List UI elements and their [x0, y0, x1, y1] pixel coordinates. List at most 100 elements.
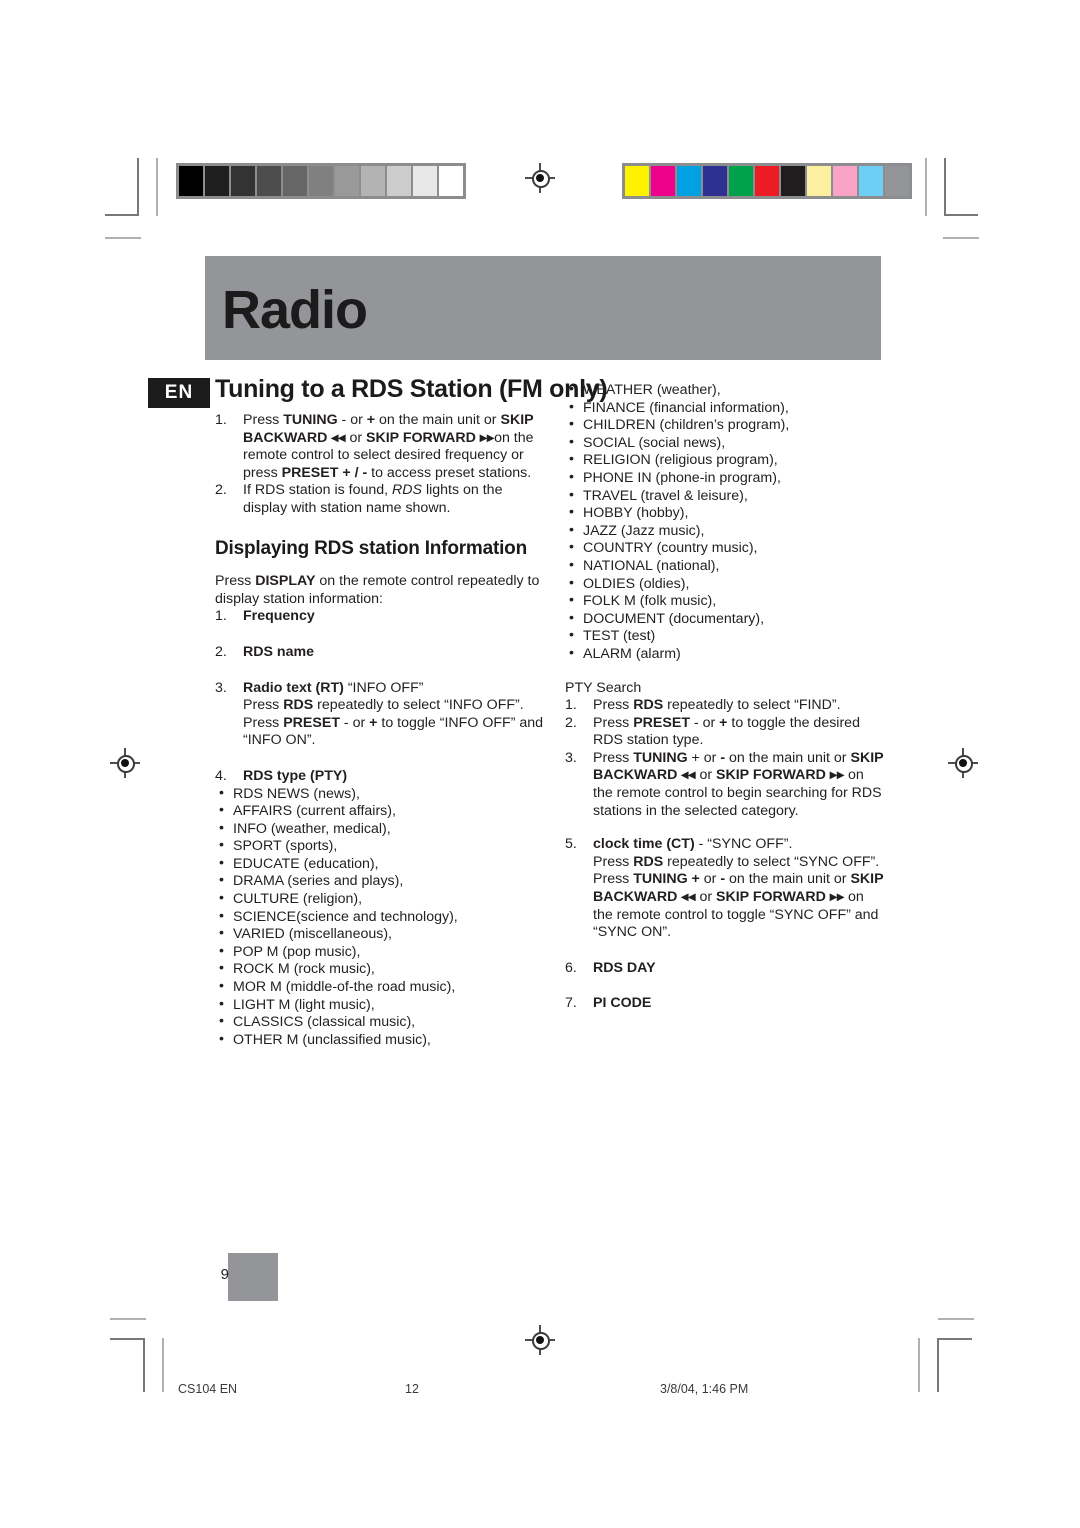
step-number: 2. [565, 714, 577, 731]
pty-list-item: • SOCIAL (social news), [565, 433, 885, 453]
pty-list-item: • HOBBY (hobby), [565, 504, 885, 523]
item-title: RDS type (PTY) [243, 767, 348, 784]
pty-type-label: HOBBY (hobby), [583, 505, 689, 522]
pty-type-label: TEST (test) [583, 628, 656, 645]
step-number: 1. [565, 697, 577, 714]
pty-type-label: RDS NEWS (news), [233, 785, 360, 802]
registration-target-left [110, 748, 140, 778]
pty-type-label: LIGHT M (light music), [233, 996, 375, 1013]
color-swatch [625, 166, 649, 196]
item-title: RDS name [243, 643, 314, 660]
grayscale-swatch [231, 166, 255, 196]
grayscale-swatch [179, 166, 203, 196]
bullet-icon: • [219, 978, 224, 995]
registration-target-top [525, 163, 555, 193]
page-number: 9 [220, 1266, 229, 1283]
item-body: Press RDS repeatedly to select “INFO OFF… [243, 697, 544, 749]
tuning-step: 1. Press TUNING - or + on the main unit o… [215, 412, 545, 482]
pty-type-list-left: • RDS NEWS (news), • AFFAIRS (current affai… [215, 784, 545, 1050]
item-number: 7. [565, 995, 577, 1012]
grayscale-swatch [387, 166, 411, 196]
crop-mark-bl-bleed [110, 1318, 146, 1320]
item-number: 6. [565, 959, 577, 976]
station-info-item: 5. clock time (CT) - “SYNC OFF”. Press RDS… [565, 836, 885, 942]
station-info-item: 2. RDS name [215, 644, 545, 662]
item-title: RDS DAY [593, 959, 656, 976]
step-number: 3. [565, 749, 577, 766]
bullet-icon: • [219, 942, 224, 959]
pty-type-label: CLASSICS (classical music), [233, 1014, 416, 1031]
pty-type-label: PHONE IN (phone-in program), [583, 469, 781, 486]
station-info-item: 1. Frequency [215, 608, 545, 626]
pty-type-label: INFO (weather, medical), [233, 820, 391, 837]
pty-type-label: MOR M (middle-of-the road music), [233, 979, 456, 996]
footer-sheet-number: 12 [405, 1382, 419, 1396]
pty-list-item: • ROCK M (rock music), [215, 960, 545, 979]
grayscale-swatch [283, 166, 307, 196]
pty-type-label: DOCUMENT (documentary), [583, 610, 765, 627]
pty-type-label: VARIED (miscellaneous), [233, 926, 392, 943]
item-number: 3. [215, 679, 227, 696]
pty-list-item: • FINANCE (financial information), [565, 398, 885, 418]
pty-list-item: • DRAMA (series and plays), [215, 872, 545, 891]
registration-target-bottom [525, 1325, 555, 1355]
bullet-icon: • [219, 784, 224, 801]
step-number: 1. [215, 412, 227, 428]
bullet-icon: • [219, 925, 224, 942]
bullet-icon: • [569, 644, 574, 661]
bullet-icon: • [219, 872, 224, 889]
bullet-icon: • [219, 1013, 224, 1030]
footer-timestamp: 3/8/04, 1:46 PM [660, 1382, 749, 1396]
bullet-icon: • [569, 521, 574, 538]
pty-type-list-right: • WEATHER (weather), • FINANCE (financial i… [565, 381, 885, 664]
pty-search-steps-list: 1. Press RDS repeatedly to select “FIND”.… [565, 697, 885, 820]
bullet-icon: • [569, 398, 574, 415]
pty-list-item: • ALARM (alarm) [565, 644, 885, 664]
color-swatch [703, 166, 727, 196]
bullet-icon: • [569, 486, 574, 503]
pty-list-item: • EDUCATE (education), [215, 854, 545, 874]
pty-type-label: OTHER M (unclassified music), [233, 1031, 431, 1048]
bullet-icon: • [569, 433, 574, 450]
bullet-icon: • [569, 609, 574, 626]
step-text: Press RDS repeatedly to select “FIND”. [593, 697, 841, 714]
footer-file-name: CS104 EN [178, 1382, 238, 1396]
pty-list-item: • DOCUMENT (documentary), [565, 609, 885, 629]
bullet-icon: • [569, 627, 574, 644]
grayscale-swatch [205, 166, 229, 196]
pty-search-heading: PTY Search [565, 679, 642, 696]
pty-list-item: • OLDIES (oldies), [565, 575, 885, 594]
bullet-icon: • [569, 468, 574, 485]
crop-mark-bl-trim [162, 1338, 164, 1392]
pty-type-label: CHILDREN (children’s program), [583, 417, 790, 434]
bullet-icon: • [569, 592, 574, 609]
item-number: 2. [215, 643, 227, 660]
pty-type-label: POP M (pop music), [233, 943, 361, 960]
crop-mark-bl-horizontal [110, 1338, 144, 1340]
item-title: clock time (CT) [593, 836, 695, 853]
pty-search-step: 1. Press RDS repeatedly to select “FIND”. [565, 697, 885, 715]
crop-mark-br-bleed [938, 1318, 974, 1320]
pty-list-item: • CLASSICS (classical music), [215, 1013, 545, 1032]
left-column: 1. Press TUNING - or + on the main unit o… [215, 412, 545, 1049]
pty-type-label: TRAVEL (travel & leisure), [583, 487, 748, 504]
crop-mark-bl-vertical [143, 1338, 145, 1392]
item-title: Frequency [243, 608, 315, 625]
pty-list-item: • AFFAIRS (current affairs), [215, 802, 545, 821]
tuning-step: 2. If RDS station is found, RDS lights on… [215, 482, 545, 517]
grayscale-swatch [361, 166, 385, 196]
bullet-icon: • [569, 556, 574, 573]
grayscale-swatch [413, 166, 437, 196]
item-body: Press RDS repeatedly to select “SYNC OFF… [593, 853, 884, 941]
pty-list-item: • RELIGION (religious program), [565, 451, 885, 470]
pty-type-label: DRAMA (series and plays), [233, 873, 404, 890]
pty-type-label: EDUCATE (education), [233, 855, 379, 872]
station-information-list-continued: 5. clock time (CT) - “SYNC OFF”. Press RDS… [565, 836, 885, 1013]
bullet-icon: • [569, 539, 574, 556]
grayscale-swatch [439, 166, 463, 196]
pty-type-label: ROCK M (rock music), [233, 961, 375, 978]
bullet-icon: • [219, 854, 224, 871]
pty-list-item: • MOR M (middle-of-the road music), [215, 978, 545, 997]
pty-type-label: SOCIAL (social news), [583, 434, 726, 451]
station-information-list: 1. Frequency 2. RDS name 3. Radio text (RT) “… [215, 608, 545, 785]
